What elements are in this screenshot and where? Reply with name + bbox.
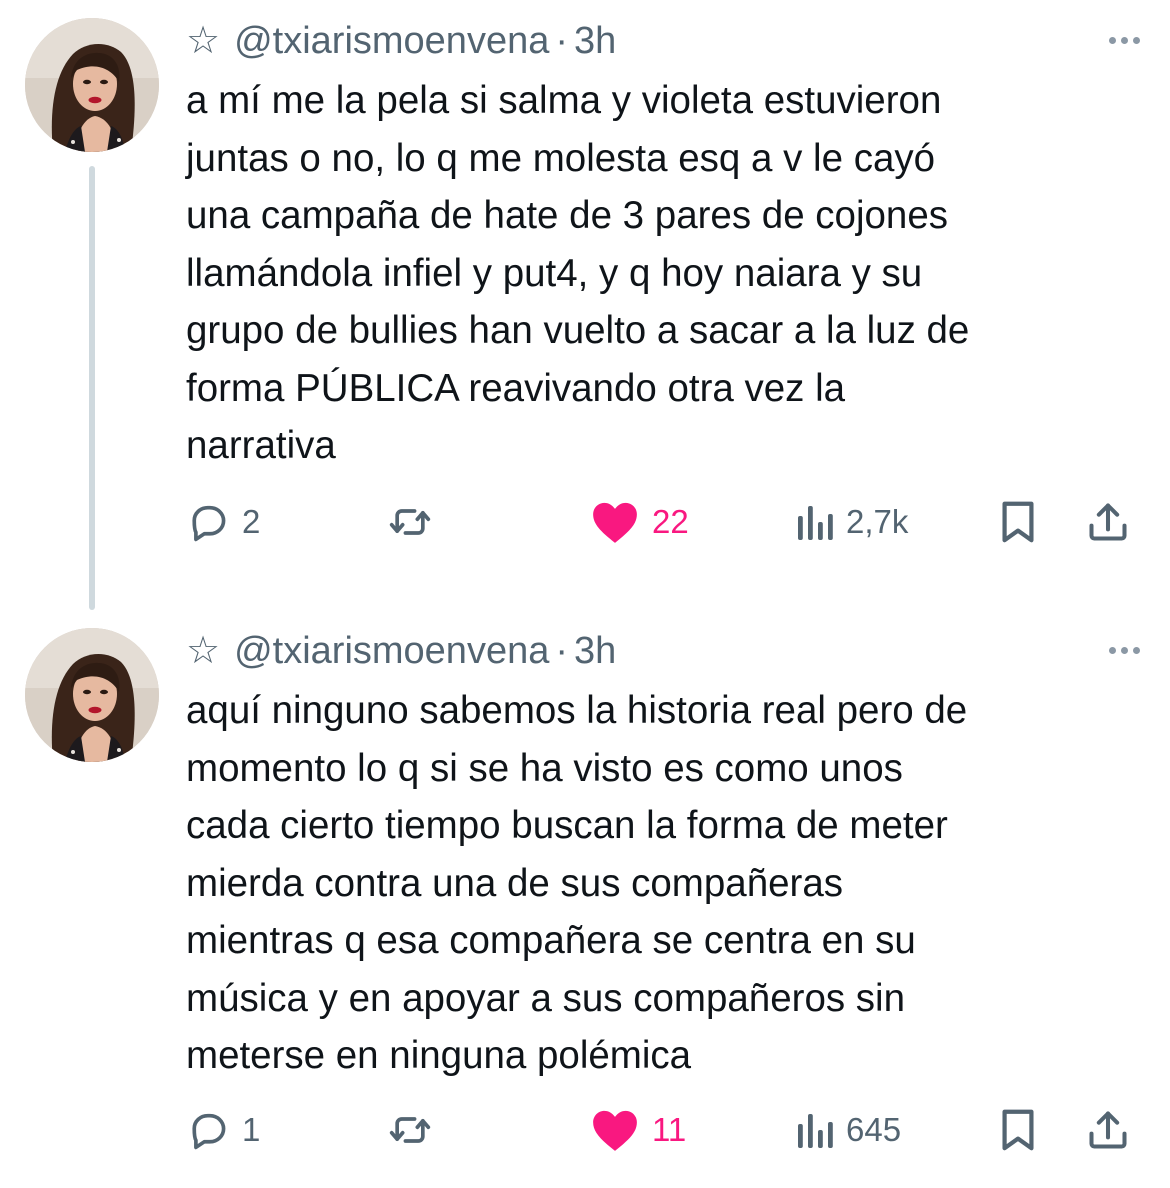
tweet-text-line: llamándola infiel y put4, y q hoy naiara… [186,251,923,295]
share-button[interactable] [1086,492,1130,552]
tweet-text-line: momento lo q si se ha visto es como unos [186,746,903,790]
more-dot [1133,646,1140,654]
tweet-text-line: juntas o no, lo q me molesta esq a v le … [186,136,936,180]
tweet-text-line: una campaña de hate de 3 pares de cojone… [186,194,949,237]
tweet-text-line: aquí ninguno sabemos la historia real pe… [186,689,968,732]
tweet[interactable]: ☆ @txiarismoenvena · 3h aquí ninguno sab… [0,610,1170,1188]
tweet-header: ☆ @txiarismoenvena · 3h [186,16,616,66]
avatar-photo [25,628,159,762]
retweet-icon [389,509,431,535]
separator-dot: · [555,629,568,672]
reply-icon [192,1113,226,1150]
avatar[interactable] [25,628,159,762]
views-button[interactable]: 645 [794,1100,901,1160]
views-count: 2,7k [846,503,909,540]
more-icon[interactable] [1109,632,1140,668]
tweet-text-line: narrativa [186,424,336,467]
star-icon: ☆ [186,20,221,62]
reply-button[interactable]: 1 [186,1100,260,1160]
heart-icon [593,502,637,543]
tweet-text-line: meterse en ninguna polémica [186,1034,692,1077]
tweet[interactable]: ☆ @txiarismoenvena · 3h a mí me la pela … [0,0,1170,600]
reply-icon [192,505,226,542]
views-count: 645 [846,1111,902,1148]
timestamp[interactable]: 3h [574,630,616,673]
reply-count: 2 [242,503,261,540]
like-button[interactable]: 11 [590,1100,686,1160]
share-button[interactable] [1086,1100,1130,1160]
bookmark-icon [1002,501,1034,543]
more-dot [1121,36,1128,44]
share-icon [1089,1111,1127,1149]
more-dot [1109,36,1116,44]
action-bar: 1 11 645 [186,1100,1146,1160]
views-icon [798,506,833,540]
star-icon: ☆ [186,630,221,672]
tweet-header: ☆ @txiarismoenvena · 3h [186,626,616,676]
tweet-text-line: mierda contra una de sus compañeras [186,861,844,905]
bookmark-button[interactable] [998,492,1038,552]
user-handle[interactable]: @txiarismoenvena [234,630,549,673]
views-icon [798,1114,833,1148]
more-dot [1109,646,1116,654]
user-handle[interactable]: @txiarismoenvena [234,20,549,63]
avatar[interactable] [25,18,159,152]
views-button[interactable]: 2,7k [794,492,908,552]
retweet-icon [389,1117,431,1143]
reply-button[interactable]: 2 [186,492,260,552]
retweet-button[interactable] [386,1100,446,1160]
separator-dot: · [555,19,568,62]
like-button[interactable]: 22 [590,492,689,552]
timestamp[interactable]: 3h [574,20,616,63]
more-dot [1121,646,1128,654]
more-icon[interactable] [1109,22,1140,58]
share-icon [1089,503,1127,541]
tweet-text: a mí me la pela si salma y violeta estuv… [186,72,1116,475]
heart-icon [593,1110,637,1151]
more-dot [1133,36,1140,44]
tweet-text: aquí ninguno sabemos la historia real pe… [186,682,1116,1085]
like-count: 22 [652,503,689,540]
tweet-text-line: grupo de bullies han vuelto a sacar a la… [186,309,970,352]
tweet-text-line: a mí me la pela si salma y violeta estuv… [186,79,942,122]
tweet-text-line: música y en apoyar a sus compañeros sin [186,976,906,1020]
tweet-text-line: mientras q esa compañera se centra en su [186,919,916,962]
reply-count: 1 [242,1111,261,1148]
action-bar: 2 22 2,7k [186,492,1146,552]
retweet-button[interactable] [386,492,446,552]
bookmark-button[interactable] [998,1100,1038,1160]
avatar-photo [25,18,159,152]
tweet-text-line: forma PÚBLICA reavivando otra vez la [186,366,846,410]
like-count: 11 [652,1111,687,1148]
bookmark-icon [1002,1109,1034,1151]
tweet-text-line: cada cierto tiempo buscan la forma de me… [186,804,948,847]
